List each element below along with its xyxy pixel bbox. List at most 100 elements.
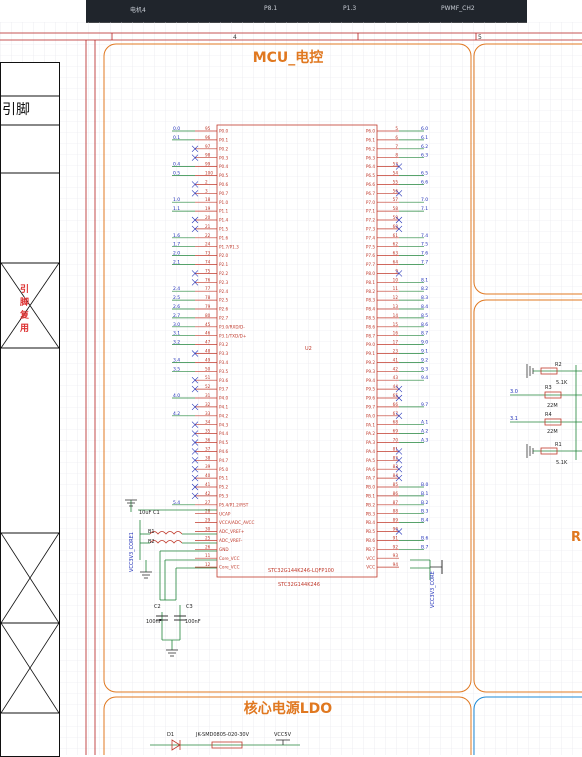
- pin-name: P3.4: [219, 360, 229, 365]
- pin-name: P6.7: [366, 191, 376, 196]
- note-char: 脚: [20, 298, 30, 308]
- pin-number: 90: [393, 527, 399, 532]
- pin-number: 98: [205, 153, 211, 158]
- pin-name: Core_VCC: [219, 565, 240, 570]
- pin-number: 66: [393, 402, 399, 407]
- pin-name: P4.3: [219, 422, 229, 427]
- pin-name: PA.1: [366, 422, 375, 427]
- chip-designator: U2: [305, 346, 312, 352]
- pin-name: P9.0: [366, 342, 376, 347]
- ruler-label: 4: [233, 34, 237, 41]
- net-label: A.1: [421, 420, 428, 426]
- pin-number: 45: [205, 322, 211, 327]
- pin-name: P9.1: [366, 351, 376, 356]
- pin-name: P5.2: [219, 485, 229, 490]
- pin-name: P1.7/P1.3: [219, 244, 239, 249]
- pin-number: 20: [205, 215, 211, 220]
- pin-name: P1.5: [219, 227, 229, 232]
- pin-number: 48: [205, 349, 211, 354]
- pin-number: 11: [393, 286, 399, 291]
- pin-number: 88: [393, 509, 399, 514]
- net-label: 9.4: [421, 375, 428, 381]
- net-label: 3.5: [173, 366, 180, 372]
- pin-number: 57: [393, 197, 399, 202]
- net-label: B.4: [421, 518, 429, 524]
- vcc5v-label: VCC5V: [274, 732, 292, 738]
- pin-name: P3.6: [219, 378, 229, 383]
- pin-name: P3.3: [219, 351, 229, 356]
- pin-name: P6.4: [366, 164, 376, 169]
- pin-name: P9.6: [366, 396, 376, 401]
- pin-name: P6.1: [366, 138, 376, 143]
- pin-number: 80: [205, 313, 211, 318]
- mcu-title: MCU_电控: [253, 49, 324, 66]
- pin-number: 10: [393, 277, 399, 282]
- pin-number: 85: [393, 482, 399, 487]
- pin-name: P0.7: [219, 191, 229, 196]
- net-label: 2.4: [173, 286, 180, 292]
- pin-name: P0.5: [219, 173, 229, 178]
- ruler-label: 5: [478, 34, 482, 41]
- note-char: 用: [20, 324, 30, 334]
- net-label: 6.3: [421, 153, 428, 159]
- net-label: 3.2: [173, 340, 180, 346]
- pin-number: 78: [205, 295, 211, 300]
- pin-number: 26: [205, 544, 211, 549]
- pin-number: 42: [205, 491, 211, 496]
- pin-name: P6.0: [366, 129, 376, 134]
- net-label: 4.0: [173, 393, 180, 399]
- pin-name: P5.0: [219, 467, 229, 472]
- pin-name: P9.3: [366, 369, 376, 374]
- net-label: 3.1: [510, 416, 518, 422]
- pin-number: 69: [393, 429, 399, 434]
- pin-number: 63: [393, 251, 399, 256]
- pin-name: P3.1/TXD/D+: [219, 333, 247, 338]
- pin-number: 46: [205, 331, 211, 336]
- pin-name: P8.3: [366, 298, 376, 303]
- pin-name: PA.0: [366, 413, 375, 418]
- net-label: 7.7: [421, 260, 428, 266]
- net-label: B.1: [421, 491, 429, 497]
- pin-name: GND: [219, 547, 229, 552]
- pin-number: 34: [205, 420, 211, 425]
- fuse-part: JK-SMD0805-020-30V: [195, 732, 250, 738]
- net-label: 6.2: [421, 144, 428, 150]
- pin-number: 41: [205, 482, 211, 487]
- pin-name: P6.6: [366, 182, 376, 187]
- pin-number: 36: [205, 438, 211, 443]
- pin-name: P3.0/RXD/D-: [219, 324, 245, 329]
- resistor-ref: R3: [545, 385, 552, 391]
- pin-name: P7.5: [366, 244, 376, 249]
- pin-number: 28: [205, 509, 211, 514]
- pin-name: P5.1: [219, 476, 229, 481]
- pin-name: P9.5: [366, 387, 376, 392]
- net-label: 5.4: [173, 500, 180, 506]
- pin-number: 35: [205, 429, 211, 434]
- pin-number: 39: [205, 464, 211, 469]
- pin-number: 41: [393, 357, 399, 362]
- pin-name: P7.1: [366, 209, 376, 214]
- pin-name: P1.6: [219, 235, 229, 240]
- pin-number: 13: [393, 304, 399, 309]
- pin-name: VCC: [366, 556, 375, 561]
- pin-name: P3.5: [219, 369, 229, 374]
- pin-number: 16: [393, 331, 399, 336]
- schematic-canvas[interactable]: 4 5 MCU_电控 核心电源LDO R U2 STC32G144K246-LQ…: [0, 0, 582, 755]
- inductor-label: B2: [148, 539, 155, 545]
- chip-part-label: STC32G144K246-LQFP100: [268, 568, 334, 574]
- net-label: 1.7: [173, 242, 180, 248]
- net-label: 7.0: [421, 197, 428, 203]
- pin-number: 40: [205, 473, 211, 478]
- net-label: 8.4: [421, 304, 428, 310]
- net-label: 2.5: [173, 295, 180, 301]
- pin-number: 96: [205, 135, 211, 140]
- pin-name: P9.4: [366, 378, 376, 383]
- pin-number: 75: [205, 268, 211, 273]
- pin-number: 25: [205, 535, 211, 540]
- net-label: 8.5: [421, 313, 428, 319]
- net-label: 4.2: [173, 411, 180, 417]
- net-label: 1.0: [173, 197, 180, 203]
- pin-name: P2.0: [219, 253, 229, 258]
- pin-name: UCAP: [219, 511, 231, 516]
- pin-number: 70: [393, 438, 399, 443]
